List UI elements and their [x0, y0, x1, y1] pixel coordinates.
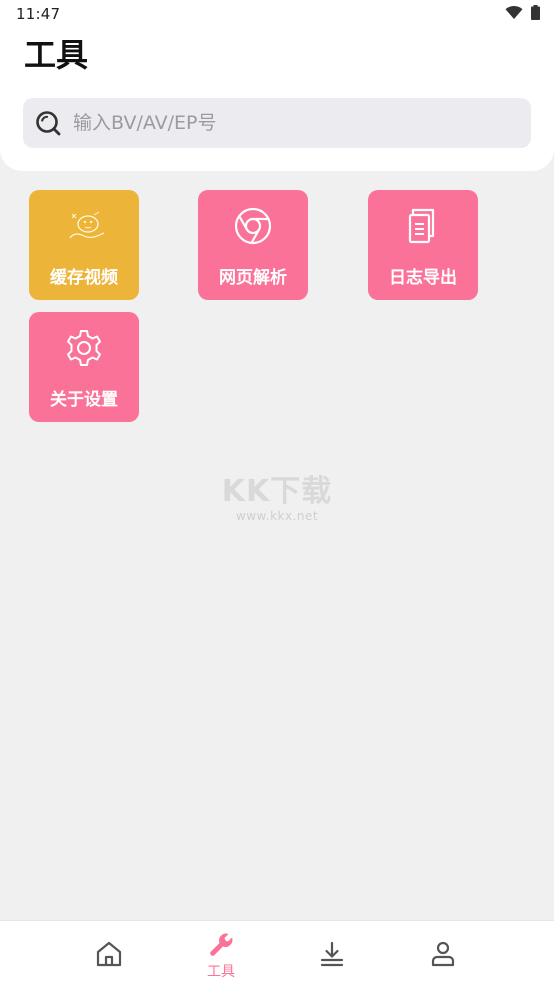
app-screen: 11:47 工具 输入BV/AV/EP号 缓存视频 网页解析 日志导出 关于设置…	[0, 0, 554, 986]
watermark-url: www.kkx.net	[235, 509, 319, 523]
gear-icon	[67, 330, 101, 366]
tool-label: 日志导出	[389, 268, 457, 288]
nav-item-downloads[interactable]	[302, 921, 362, 986]
chrome-icon	[234, 207, 272, 245]
wifi-icon	[505, 5, 523, 19]
nav-item-tools[interactable]: 工具	[191, 921, 251, 986]
page-title: 工具	[24, 36, 89, 74]
watermark-logo: KK下载	[221, 474, 333, 509]
tool-label: 缓存视频	[50, 268, 118, 288]
cached-video-icon	[69, 211, 105, 239]
download-icon	[320, 941, 344, 967]
header-card: 11:47 工具	[0, 0, 554, 171]
tool-tile-about-settings[interactable]: 关于设置	[29, 312, 139, 422]
wrench-icon	[210, 933, 233, 956]
battery-icon	[531, 5, 540, 20]
nav-label-tools: 工具	[207, 964, 235, 980]
status-icons	[505, 5, 540, 20]
nav-item-profile[interactable]	[413, 921, 473, 986]
status-time: 11:47	[16, 5, 61, 23]
search-box[interactable]	[23, 98, 531, 148]
tool-label: 网页解析	[219, 268, 287, 288]
tool-tile-cached-video[interactable]: 缓存视频	[29, 190, 139, 300]
search-input[interactable]	[71, 111, 495, 135]
search-icon	[36, 111, 61, 136]
tool-label: 关于设置	[50, 390, 118, 410]
document-copy-icon	[408, 208, 435, 244]
tool-tile-log-export[interactable]: 日志导出	[368, 190, 478, 300]
bottom-nav: 工具	[0, 920, 554, 986]
nav-item-home[interactable]	[79, 921, 139, 986]
home-icon	[96, 941, 122, 967]
person-icon	[431, 941, 455, 967]
tool-tile-web-parse[interactable]: 网页解析	[198, 190, 308, 300]
